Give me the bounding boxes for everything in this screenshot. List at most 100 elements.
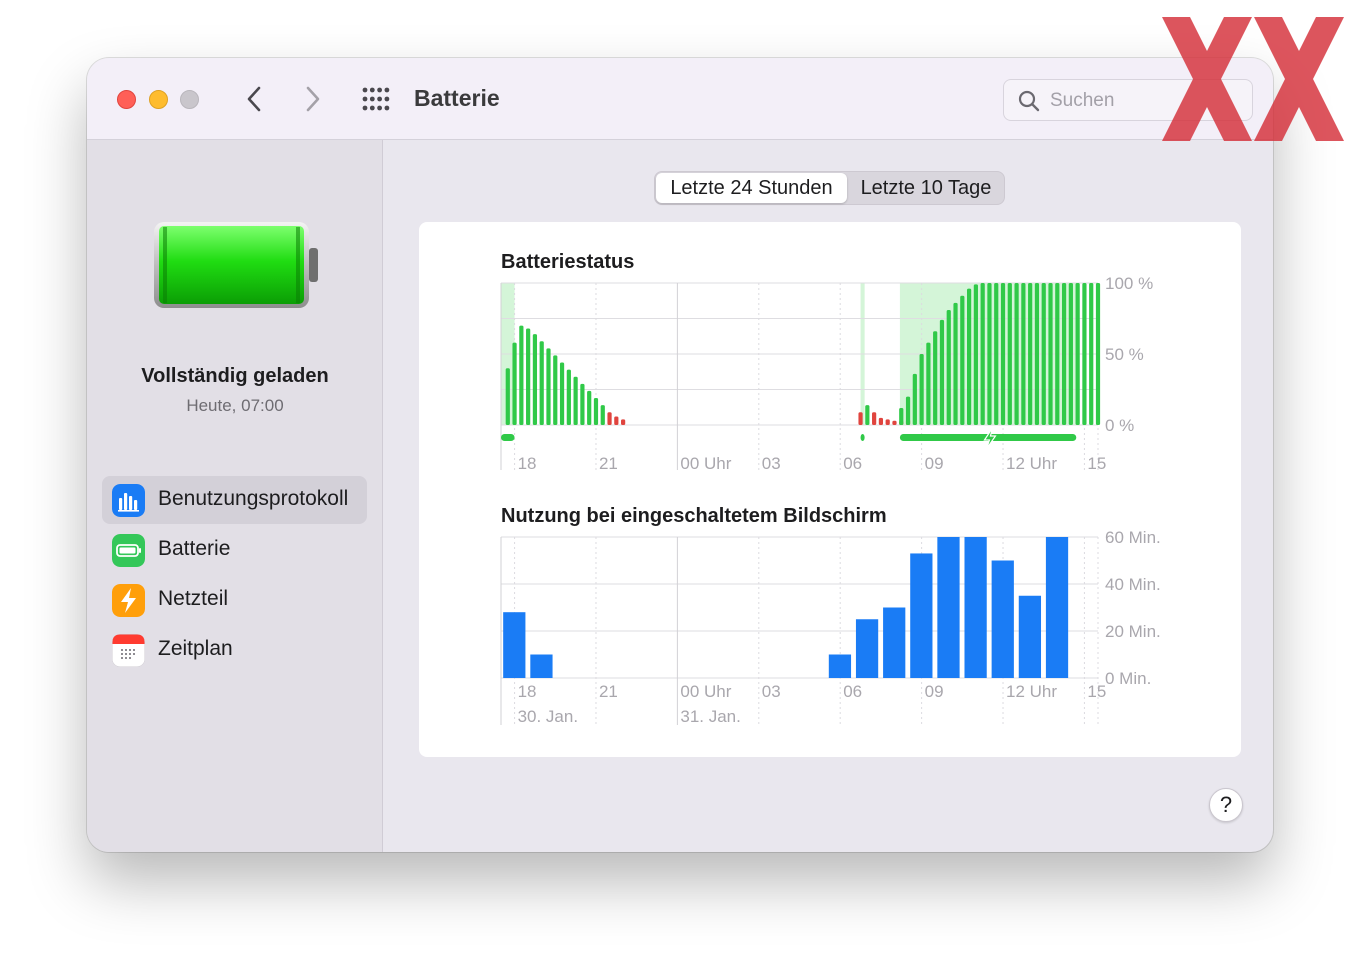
sidebar-item-usage-history[interactable]: Benutzungsprotokoll	[102, 476, 367, 524]
battery-level-bar	[580, 383, 585, 425]
battery-level-bar	[1021, 283, 1026, 425]
calendar-icon	[112, 634, 145, 667]
zoom-window-button[interactable]	[180, 90, 199, 109]
segment-last-24-hours[interactable]: Letzte 24 Stunden	[656, 173, 847, 203]
battery-level-bar	[1014, 283, 1019, 425]
sidebar: Vollständig geladen Heute, 07:00 Benutzu…	[87, 140, 383, 852]
battery-level-bar	[878, 417, 884, 425]
battery-level-bar	[933, 331, 938, 425]
screen-usage-bar	[855, 619, 879, 678]
usage-x-tick-label: 03	[762, 682, 781, 701]
title-bar: Batterie	[87, 58, 1273, 140]
battery-level-bar	[1007, 283, 1012, 425]
screen-usage-bar	[883, 607, 906, 678]
usage-y-tick-label: 60 Min.	[1105, 528, 1161, 547]
screen-usage-bar	[991, 560, 1014, 678]
battery-level-bar	[566, 369, 571, 425]
show-all-grid-icon[interactable]	[361, 86, 391, 112]
help-button[interactable]: ?	[1209, 788, 1243, 822]
usage-charts: Batteriestatus 100 % 50 % 0 % 18 21 00 Uhr 03 06…	[500, 251, 1161, 726]
usage-y-tick-label: 20 Min.	[1105, 622, 1161, 641]
battery-x-tick-label: 03	[762, 454, 781, 473]
charging-indicator-strip	[501, 434, 515, 441]
battery-level-bar	[892, 420, 897, 425]
sidebar-item-battery[interactable]: Batterie	[102, 526, 367, 574]
sidebar-item-label: Netzteil	[158, 587, 229, 610]
screen-usage-bar	[1018, 595, 1042, 678]
usage-date-label: 31. Jan.	[680, 707, 741, 726]
sidebar-item-label: Benutzungsprotokoll	[158, 487, 349, 510]
battery-level-bar	[1055, 283, 1060, 425]
battery-level-bar	[953, 302, 958, 425]
battery-level-bar	[546, 348, 551, 425]
battery-level-bar	[980, 283, 985, 425]
battery-level-bar	[600, 405, 605, 425]
battery-level-bar	[1068, 283, 1073, 425]
battery-x-tick-label: 21	[599, 454, 618, 473]
battery-level-bar	[614, 416, 619, 425]
battery-level-bar	[912, 373, 917, 425]
battery-level-bar	[926, 342, 931, 425]
watermark-logo	[1162, 17, 1344, 141]
battery-level-bar	[1061, 283, 1067, 425]
usage-charts-card: Batteriestatus 100 % 50 % 0 % 18 21 00 Uhr 03 06…	[419, 222, 1241, 757]
charging-bolt-icon	[983, 427, 997, 450]
battery-level-bar	[1075, 283, 1080, 425]
battery-x-tick-label: 09	[925, 454, 944, 473]
usage-x-tick-label: 21	[599, 682, 618, 701]
battery-x-tick-label: 00 Uhr	[680, 454, 731, 473]
time-range-segmented-control[interactable]: Letzte 24 Stunden Letzte 10 Tage	[654, 171, 1005, 205]
battery-full-icon	[154, 222, 318, 308]
usage-x-tick-label: 15	[1087, 682, 1106, 701]
battery-level-bar	[532, 334, 538, 425]
battery-preferences-window: Batterie Vollständig g	[87, 58, 1273, 852]
battery-level-bar	[885, 419, 890, 425]
usage-y-tick-label: 40 Min.	[1105, 575, 1161, 594]
battery-level-bar	[858, 412, 863, 425]
battery-level-bar	[946, 309, 951, 425]
battery-level-bar	[519, 325, 524, 425]
sidebar-item-power-adapter[interactable]: Netzteil	[102, 576, 367, 624]
battery-level-bar	[865, 405, 870, 425]
battery-y-tick-label: 100 %	[1105, 274, 1153, 293]
usage-x-tick-label: 18	[518, 682, 537, 701]
battery-level-bar	[621, 419, 626, 425]
usage-y-tick-label: 0 Min.	[1105, 669, 1151, 688]
battery-level-bar	[512, 342, 517, 425]
battery-level-bar	[1034, 283, 1040, 425]
battery-chart-title: Batteriestatus	[501, 251, 634, 273]
close-window-button[interactable]	[117, 90, 136, 109]
battery-level-bar	[1089, 283, 1094, 425]
battery-level-bar	[559, 362, 565, 425]
forward-arrow-icon[interactable]	[299, 84, 325, 114]
segment-last-10-days[interactable]: Letzte 10 Tage	[849, 173, 1003, 203]
sidebar-item-label: Zeitplan	[158, 637, 233, 660]
screen-usage-bar	[964, 537, 987, 678]
screen-usage-bar	[503, 612, 526, 678]
screen-usage-bar	[828, 654, 852, 678]
battery-x-tick-label: 12 Uhr	[1006, 454, 1057, 473]
lightning-bolt-icon	[112, 584, 145, 617]
battery-level-bar	[1082, 283, 1087, 425]
battery-level-bar	[987, 283, 992, 425]
minimize-window-button[interactable]	[149, 90, 168, 109]
battery-level-bar	[1028, 283, 1033, 425]
battery-level-bar	[994, 283, 999, 425]
usage-x-tick-label: 12 Uhr	[1006, 682, 1057, 701]
charging-indicator-strip	[860, 434, 865, 441]
battery-status-title: Vollständig geladen	[141, 365, 329, 387]
battery-level-bar	[587, 390, 592, 425]
screen-usage-bar	[1045, 537, 1069, 678]
battery-level-bar	[539, 341, 544, 425]
battery-level-bar	[1095, 283, 1101, 425]
battery-level-bar	[919, 354, 924, 425]
usage-x-tick-label: 06	[843, 682, 862, 701]
usage-x-tick-label: 09	[925, 682, 944, 701]
back-arrow-icon[interactable]	[242, 84, 268, 114]
battery-level-bar	[526, 328, 531, 425]
screen-usage-bar	[910, 553, 933, 678]
search-icon	[1018, 90, 1040, 112]
usage-date-label: 30. Jan.	[518, 707, 579, 726]
battery-level-bar	[553, 355, 558, 425]
sidebar-item-schedule[interactable]: Zeitplan	[102, 626, 367, 674]
